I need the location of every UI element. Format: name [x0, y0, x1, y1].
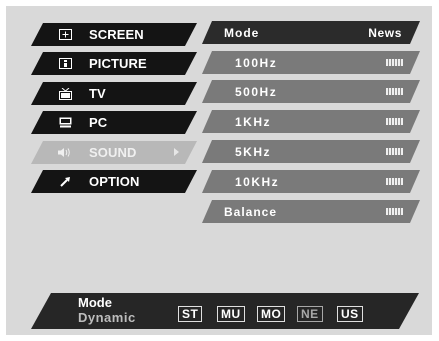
level-meter-icon: [386, 118, 403, 125]
preset-chip-st[interactable]: ST: [178, 306, 202, 322]
menu-item-pc[interactable]: PC: [31, 111, 197, 134]
menu-item-sound[interactable]: SOUND: [31, 141, 197, 164]
level-meter-icon: [386, 148, 403, 155]
eq-row-1khz[interactable]: 1KHz: [202, 110, 420, 133]
pc-icon: [58, 117, 72, 129]
menu-item-tv[interactable]: TV: [31, 82, 197, 105]
menu-item-label: PC: [89, 115, 108, 130]
screen-icon: [58, 29, 72, 41]
sound-mode-label: Mode: [224, 26, 260, 40]
balance-row[interactable]: Balance: [202, 200, 420, 223]
menu-item-label: SOUND: [89, 145, 137, 160]
preset-chip-us[interactable]: US: [337, 306, 363, 322]
preset-chip-ne[interactable]: NE: [297, 306, 323, 322]
level-meter-icon: [386, 178, 403, 185]
menu-item-option[interactable]: OPTION: [31, 170, 197, 193]
preset-chip-mu[interactable]: MU: [217, 306, 245, 322]
eq-row-500hz[interactable]: 500Hz: [202, 80, 420, 103]
eq-band-label: 1KHz: [235, 115, 272, 129]
eq-band-label: 100Hz: [235, 56, 278, 70]
balance-label: Balance: [224, 205, 278, 219]
menu-item-label: OPTION: [89, 174, 140, 189]
preset-chip-mo[interactable]: MO: [257, 306, 285, 322]
sound-mode-row[interactable]: Mode News: [202, 21, 420, 44]
speaker-icon: [58, 147, 72, 159]
menu-item-screen[interactable]: SCREEN: [31, 23, 197, 46]
mode-title: Mode: [78, 295, 112, 310]
picture-icon: [58, 58, 72, 70]
level-meter-icon: [386, 59, 403, 66]
menu-item-label: SCREEN: [89, 27, 144, 42]
eq-row-100hz[interactable]: 100Hz: [202, 51, 420, 74]
eq-band-label: 500Hz: [235, 85, 278, 99]
mode-value: Dynamic: [78, 310, 136, 325]
level-meter-icon: [386, 208, 403, 215]
eq-row-5khz[interactable]: 5KHz: [202, 140, 420, 163]
mode-status-bar: Mode Dynamic ST MU MO NE US: [31, 293, 419, 329]
tv-icon: [58, 88, 72, 100]
sound-mode-value: News: [368, 26, 402, 40]
menu-item-picture[interactable]: PICTURE: [31, 52, 197, 75]
eq-band-label: 10KHz: [235, 175, 280, 189]
submenu-arrow-icon: [174, 148, 179, 156]
level-meter-icon: [386, 88, 403, 95]
menu-item-label: PICTURE: [89, 56, 147, 71]
option-icon: [58, 176, 72, 188]
menu-item-label: TV: [89, 86, 106, 101]
eq-band-label: 5KHz: [235, 145, 272, 159]
eq-row-10khz[interactable]: 10KHz: [202, 170, 420, 193]
